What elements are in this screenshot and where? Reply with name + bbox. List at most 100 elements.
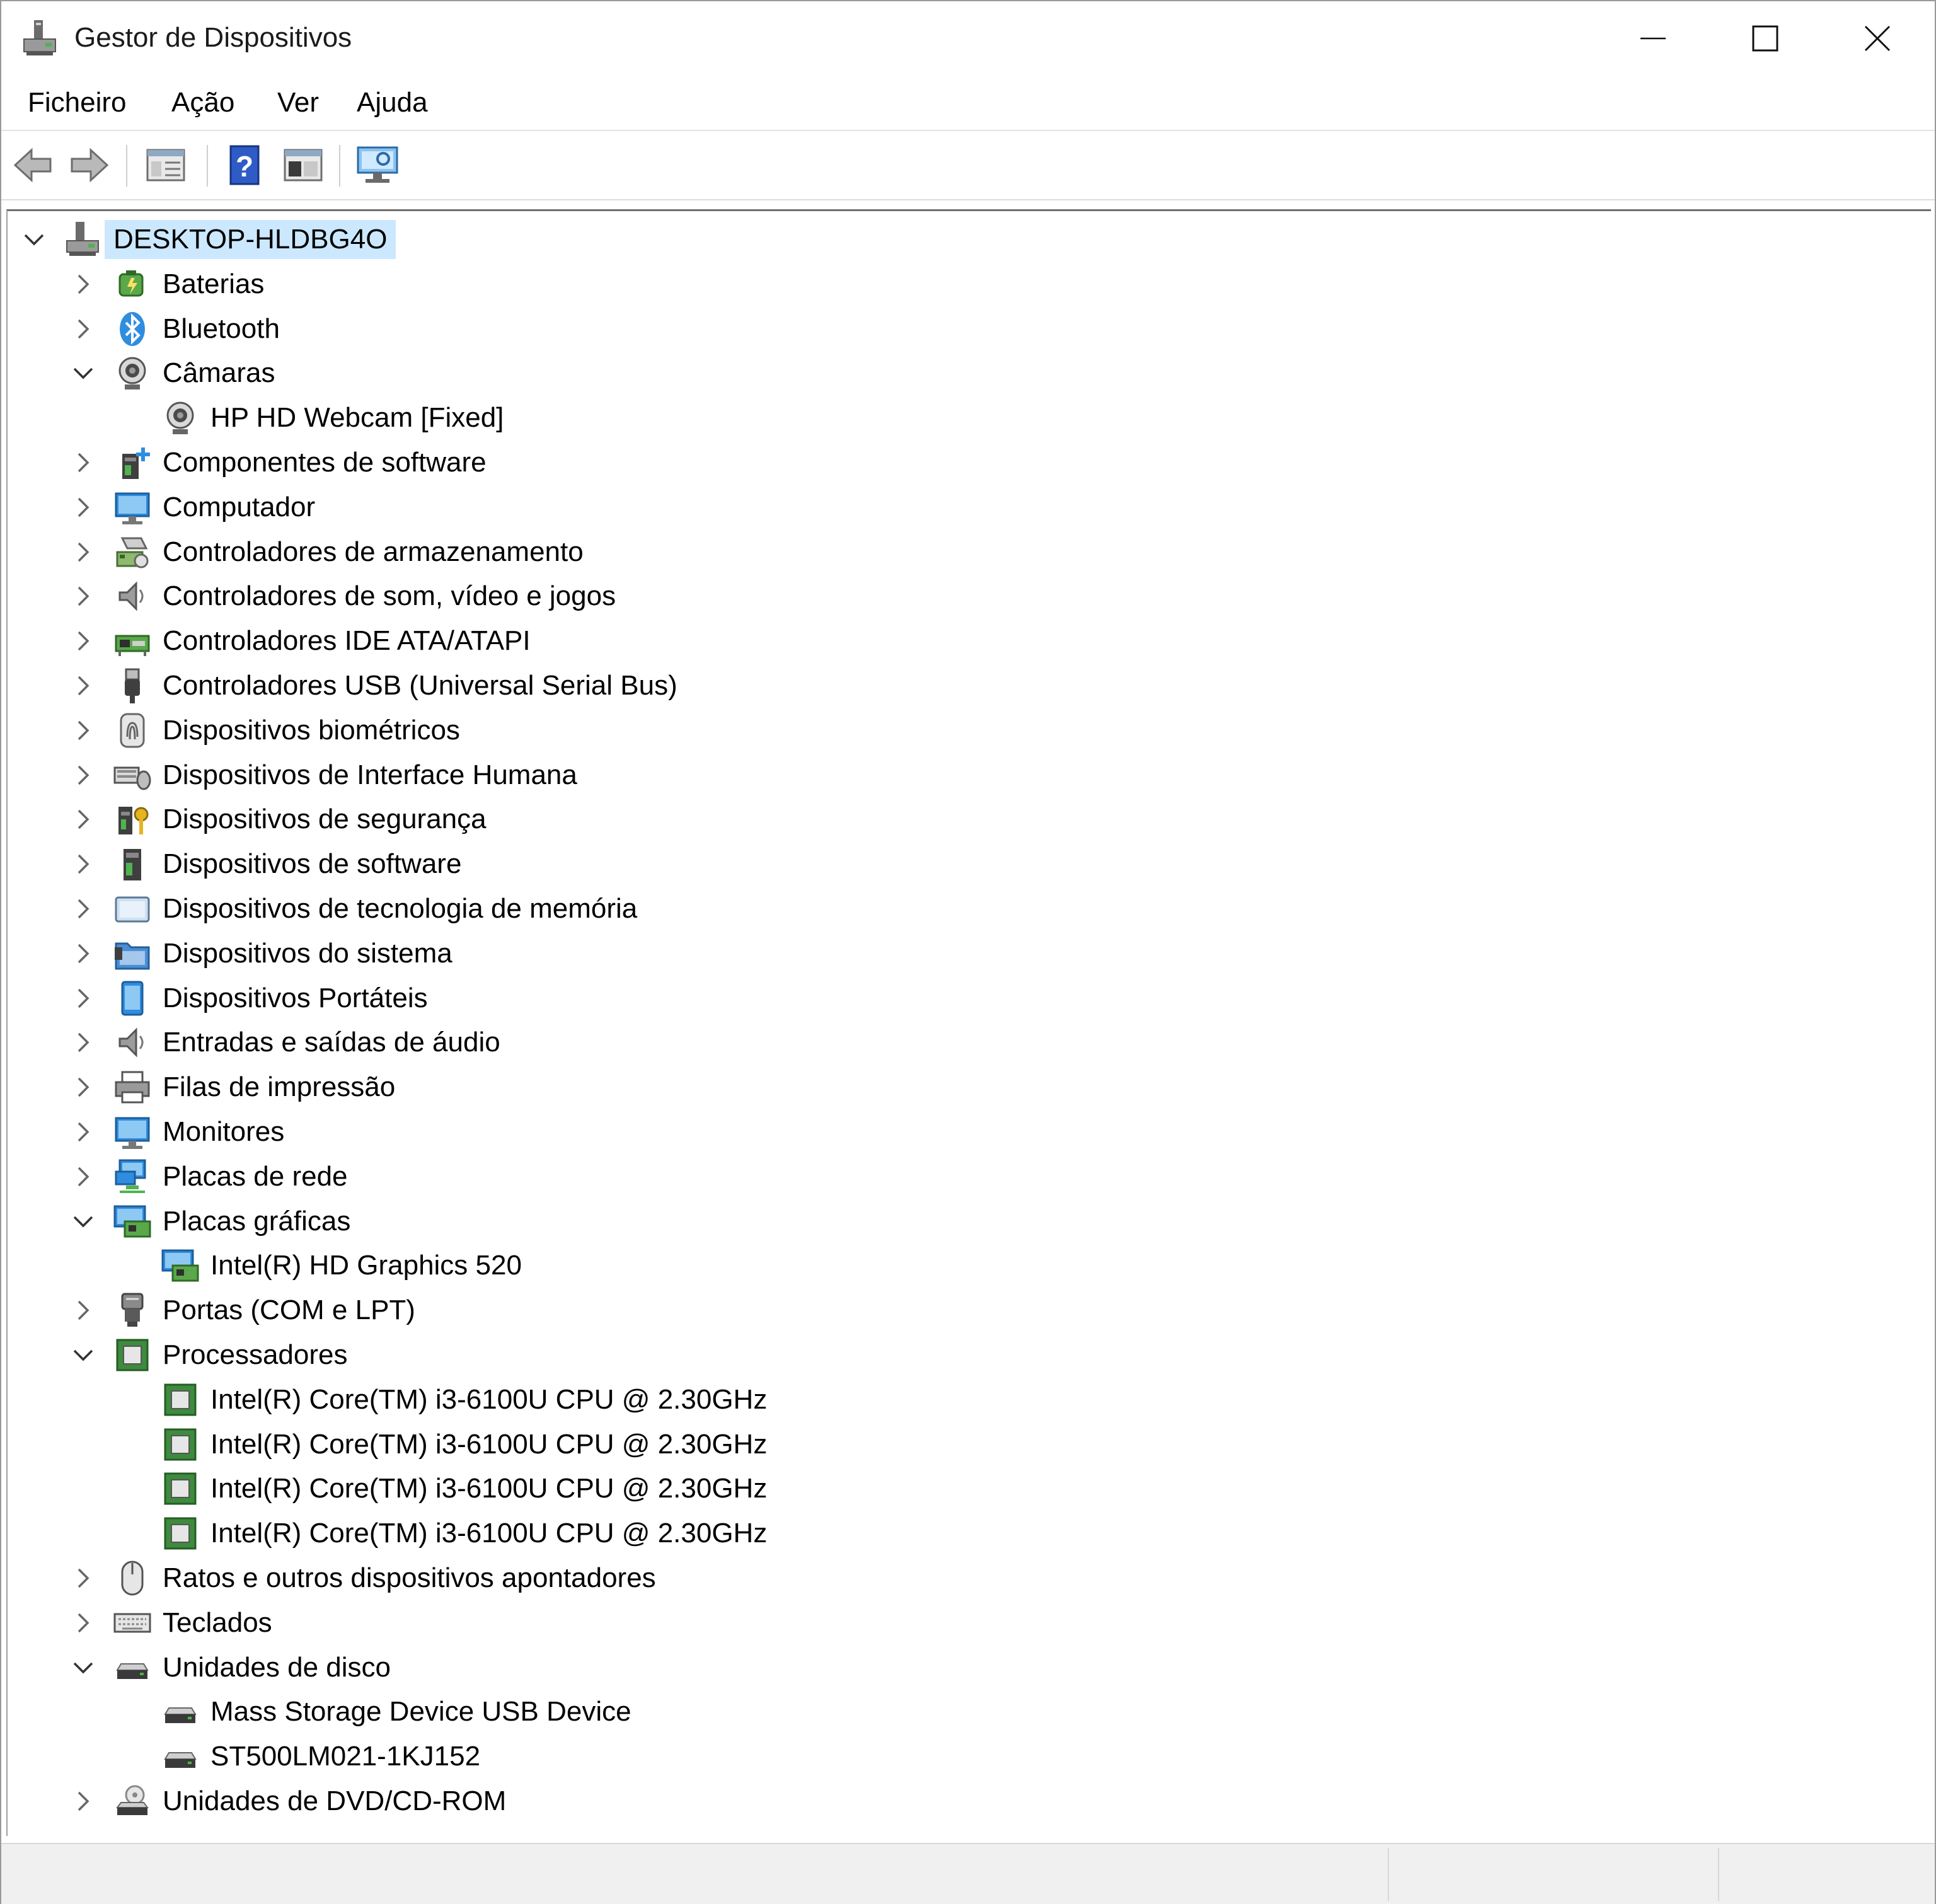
menu-bar: Ficheiro Ação Ver Ajuda [1,76,1935,131]
tree-category-item[interactable]: Entradas e saídas de áudio [8,1020,1898,1065]
chevron-right-icon[interactable] [69,1110,97,1154]
device-manager-window: Gestor de Dispositivos Ficheiro Ação Ver… [0,0,1936,1904]
tree-category-item[interactable]: Unidades de disco [8,1646,1898,1690]
tree-category-item[interactable]: Computador [8,485,1898,529]
tree-device-item[interactable]: Intel(R) Core(TM) i3-6100U CPU @ 2.30GHz [8,1378,1898,1422]
chevron-down-icon[interactable] [69,1333,97,1377]
menu-acao[interactable]: Ação [171,84,234,121]
device-tree[interactable]: DESKTOP-HLDBG4O Baterias Bluetooth Câmaras… [6,209,1931,1836]
tree-category-item[interactable]: Dispositivos Portáteis [8,976,1898,1020]
tree-category-item[interactable]: Dispositivos biométricos [8,708,1898,753]
category-label: Controladores de som, vídeo e jogos [163,580,616,612]
tree-category-item[interactable]: Dispositivos de tecnologia de memória [8,887,1898,931]
tree-root[interactable]: DESKTOP-HLDBG4O [8,217,1898,262]
tree-device-item[interactable]: Intel(R) Core(TM) i3-6100U CPU @ 2.30GHz [8,1467,1898,1511]
device-manager-icon [23,20,56,55]
processor-icon [164,1383,197,1416]
chevron-right-icon[interactable] [69,753,97,797]
maximize-button[interactable] [1709,1,1821,76]
help-icon[interactable]: ? [223,142,267,188]
properties-icon[interactable] [144,142,188,188]
tree-category-item[interactable]: Unidades de DVD/CD-ROM [8,1779,1898,1823]
tree-category-item[interactable]: Controladores IDE ATA/ATAPI [8,619,1898,663]
tree-category-item[interactable]: Processadores [8,1333,1898,1377]
menu-ajuda[interactable]: Ajuda [357,84,428,121]
chevron-right-icon[interactable] [69,262,97,306]
chevron-right-icon[interactable] [69,976,97,1020]
tree-category-item[interactable]: Controladores de som, vídeo e jogos [8,574,1898,618]
chevron-down-icon[interactable] [69,351,97,395]
chevron-right-icon[interactable] [69,1288,97,1332]
category-label: Câmaras [163,357,275,389]
forward-arrow-icon[interactable] [67,142,111,188]
chevron-right-icon[interactable] [69,619,97,663]
tree-category-item[interactable]: Placas gráficas [8,1199,1898,1243]
category-label: Teclados [163,1607,272,1638]
toolbar-separator [207,145,208,187]
tree-category-item[interactable]: Dispositivos de segurança [8,797,1898,841]
chevron-right-icon[interactable] [69,441,97,485]
tree-category-item[interactable]: Controladores USB (Universal Serial Bus) [8,664,1898,708]
tree-device-item[interactable]: Intel(R) HD Graphics 520 [8,1243,1898,1288]
update-driver-icon[interactable] [281,142,325,188]
category-label: Baterias [163,268,265,299]
tree-device-item[interactable]: HP HD Webcam [Fixed] [8,396,1898,440]
chevron-right-icon[interactable] [69,307,97,351]
maximize-icon [1752,25,1778,52]
camera-icon [118,357,146,390]
tree-category-item[interactable]: Teclados [8,1601,1898,1645]
minimize-button[interactable] [1597,1,1709,76]
tree-category-item[interactable]: Bluetooth [8,307,1898,351]
chevron-right-icon[interactable] [69,664,97,708]
category-label: Dispositivos Portáteis [163,982,428,1013]
category-label: Componentes de software [163,447,487,478]
device-label: Mass Storage Device USB Device [210,1696,631,1728]
computer-name[interactable]: DESKTOP-HLDBG4O [105,220,396,259]
chevron-right-icon[interactable] [69,842,97,886]
category-label: Dispositivos do sistema [163,937,452,969]
status-bar [1,1843,1935,1904]
tree-category-item[interactable]: Componentes de software [8,441,1898,485]
processor-icon [164,1472,197,1505]
chevron-right-icon[interactable] [69,1601,97,1645]
tree-category-item[interactable]: Monitores [8,1110,1898,1154]
chevron-right-icon[interactable] [69,530,97,574]
tree-category-item[interactable]: Controladores de armazenamento [8,530,1898,574]
chevron-right-icon[interactable] [69,932,97,976]
tree-category-item[interactable]: Placas de rede [8,1155,1898,1199]
scan-hardware-icon[interactable] [355,142,400,188]
tree-category-item[interactable]: Dispositivos de Interface Humana [8,753,1898,797]
menu-ficheiro[interactable]: Ficheiro [28,84,127,121]
close-button[interactable] [1821,1,1933,76]
toolbar: ? [1,131,1935,200]
tree-device-item[interactable]: ST500LM021-1KJ152 [8,1734,1898,1779]
chevron-right-icon[interactable] [69,1020,97,1065]
menu-ver[interactable]: Ver [277,84,319,121]
chevron-right-icon[interactable] [69,1065,97,1109]
tree-category-item[interactable]: Dispositivos de software [8,842,1898,886]
chevron-down-icon[interactable] [69,1199,97,1243]
tree-category-item[interactable]: Dispositivos do sistema [8,932,1898,976]
tree-category-item[interactable]: Câmaras [8,351,1898,395]
title-bar[interactable]: Gestor de Dispositivos [1,1,1935,76]
chevron-right-icon[interactable] [69,574,97,618]
display-adapter-icon [113,1205,151,1238]
chevron-right-icon[interactable] [69,1155,97,1199]
chevron-right-icon[interactable] [69,1556,97,1600]
tree-category-item[interactable]: Baterias [8,262,1898,306]
tree-device-item[interactable]: Intel(R) Core(TM) i3-6100U CPU @ 2.30GHz [8,1422,1898,1467]
back-arrow-icon[interactable] [11,142,55,188]
chevron-right-icon[interactable] [69,485,97,529]
tree-category-item[interactable]: Ratos e outros dispositivos apontadores [8,1556,1898,1600]
tree-device-item[interactable]: Mass Storage Device USB Device [8,1690,1898,1734]
chevron-down-icon[interactable] [69,1646,97,1690]
chevron-right-icon[interactable] [69,797,97,841]
window-title: Gestor de Dispositivos [74,22,352,53]
chevron-right-icon[interactable] [69,1779,97,1823]
tree-category-item[interactable]: Portas (COM e LPT) [8,1288,1898,1332]
tree-device-item[interactable]: Intel(R) Core(TM) i3-6100U CPU @ 2.30GHz [8,1511,1898,1555]
chevron-down-icon[interactable] [20,217,48,262]
tree-category-item[interactable]: Filas de impressão [8,1065,1898,1109]
chevron-right-icon[interactable] [69,708,97,753]
chevron-right-icon[interactable] [69,887,97,931]
